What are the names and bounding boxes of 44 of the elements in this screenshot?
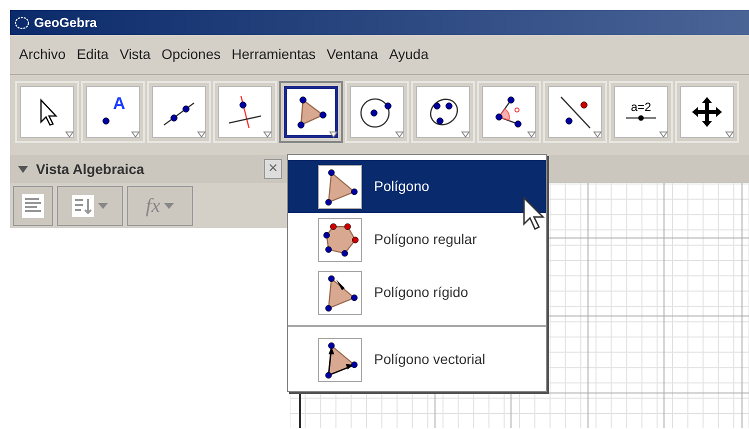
dropdown-triangle-icon	[263, 131, 272, 138]
dropdown-triangle-icon	[461, 131, 470, 138]
dropdown-triangle-icon	[725, 131, 734, 138]
text-lines-icon	[22, 194, 44, 218]
caret-icon	[98, 202, 108, 208]
menu-item[interactable]: Edita	[72, 44, 114, 65]
slider-icon	[624, 113, 658, 123]
sort-button[interactable]	[57, 186, 123, 226]
algebra-view-title: Vista Algebraica	[36, 160, 144, 179]
tool-button[interactable]: A	[81, 81, 145, 143]
dropdown-item[interactable]: Polígono vectorial	[288, 333, 546, 386]
perpendicular-icon	[227, 94, 263, 130]
dropdown-item[interactable]: Polígono	[288, 160, 546, 213]
menu-item[interactable]: Herramientas	[226, 44, 321, 65]
window-title: GeoGebra	[34, 14, 97, 32]
close-button[interactable]: ×	[264, 159, 282, 179]
menu-item[interactable]: Archivo	[14, 44, 71, 65]
collapse-triangle-icon	[18, 166, 28, 172]
geogebra-logo-icon	[14, 14, 30, 30]
point-icon	[102, 117, 110, 125]
menu-item[interactable]: Opciones	[156, 44, 226, 65]
vector-polygon-icon	[318, 338, 362, 382]
slider-label: a=2	[630, 101, 652, 113]
dropdown-triangle-icon	[593, 131, 602, 138]
menu-item[interactable]: Ayuda	[384, 44, 434, 65]
dropdown-item[interactable]: Polígono regular	[288, 213, 546, 266]
rigid-polygon-icon	[318, 270, 362, 314]
dropdown-item[interactable]: Polígono rígido	[288, 266, 546, 319]
tool-button[interactable]: a=2	[609, 81, 673, 143]
caret-icon	[164, 202, 174, 208]
sort-icon	[72, 194, 94, 216]
polygon-icon	[318, 164, 362, 208]
menu-item[interactable]: Vista	[114, 44, 156, 65]
tool-button[interactable]	[279, 81, 343, 143]
point-label: A	[113, 95, 126, 112]
dropdown-triangle-icon	[329, 131, 338, 138]
dropdown-triangle-icon	[659, 131, 668, 138]
menu-item[interactable]: Ventana	[322, 44, 384, 65]
dropdown-triangle-icon	[65, 131, 74, 138]
text-style-button[interactable]	[13, 186, 53, 226]
dropdown-triangle-icon	[527, 131, 536, 138]
dropdown-triangle-icon	[197, 131, 206, 138]
dropdown-triangle-icon	[131, 131, 140, 138]
dropdown-triangle-icon	[395, 131, 404, 138]
